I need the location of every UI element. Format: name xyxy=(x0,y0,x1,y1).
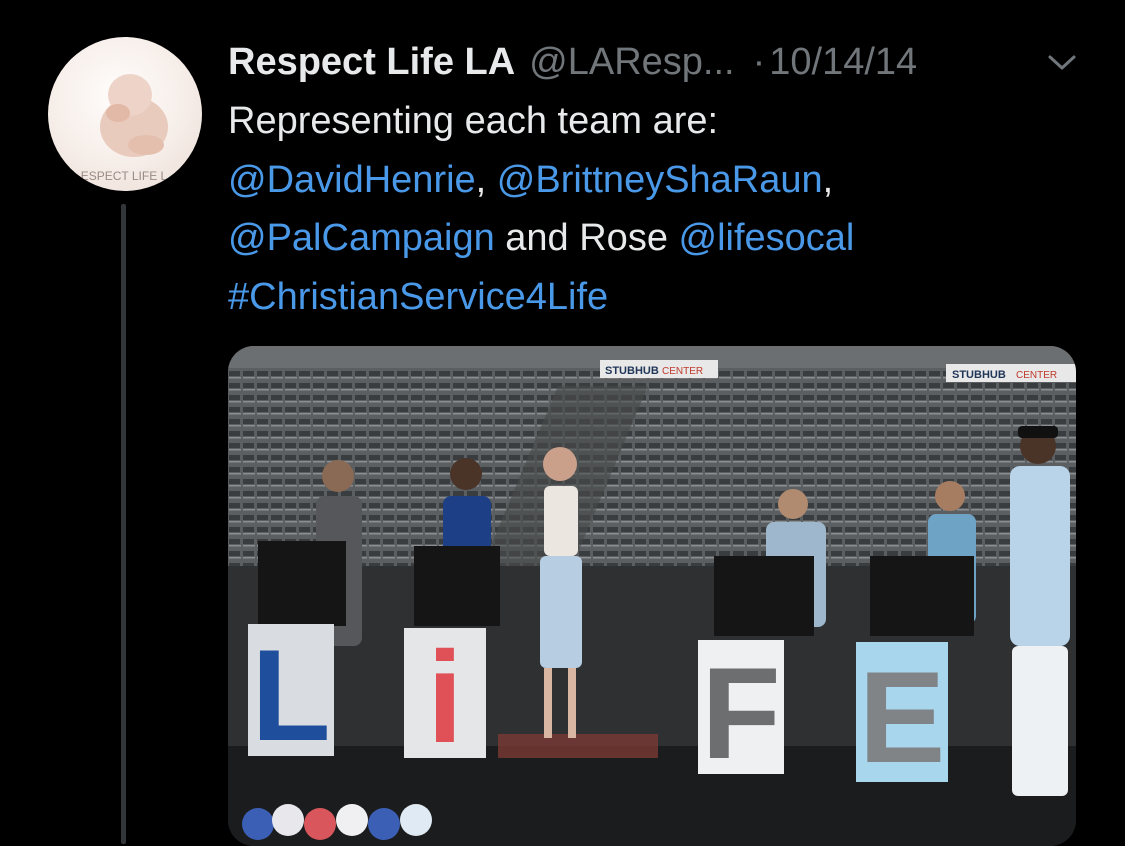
tweet-header: Respect Life LA @LAResp... · 10/14/14 xyxy=(228,38,917,86)
author-name[interactable]: Respect Life LA xyxy=(228,38,515,86)
venue-sign-left-text: STUBHUB xyxy=(605,365,659,377)
tweet-photo[interactable]: STUBHUB CENTER STUBHUB CENTER L i F E xyxy=(228,346,1076,846)
podium-3 xyxy=(714,556,814,636)
avatar-caption: ESPECT LIFE L xyxy=(81,169,168,183)
avatar-image: ESPECT LIFE L xyxy=(81,74,168,183)
separator-dot: · xyxy=(752,41,766,83)
letter-l: L xyxy=(251,622,330,768)
comma: , xyxy=(822,158,834,201)
tweet-line-4: #ChristianService4Life xyxy=(228,268,1098,327)
tweet-line-2: @DavidHenrie, @BrittneyShaRaun, xyxy=(228,151,1098,210)
letter-i: i xyxy=(427,624,463,770)
venue-sign-right-text: STUBHUB xyxy=(952,369,1006,381)
text-and-rose: and Rose xyxy=(505,217,668,259)
letter-e: E xyxy=(859,644,946,790)
mention-brittneysharaun[interactable]: @BrittneyShaRaun xyxy=(497,159,823,201)
comma: , xyxy=(475,158,487,201)
author-handle[interactable]: @LAResp... xyxy=(529,38,734,86)
mention-palcampaign[interactable]: @PalCampaign xyxy=(228,217,495,259)
mention-lifesocal[interactable]: @lifesocal xyxy=(679,217,855,259)
mention-davidhenrie[interactable]: @DavidHenrie xyxy=(228,159,476,201)
thread-line xyxy=(121,204,126,844)
podium-2 xyxy=(414,546,500,626)
stage-photo: STUBHUB CENTER STUBHUB CENTER L i F E xyxy=(228,346,1076,846)
podium-1 xyxy=(258,541,346,626)
podium-4 xyxy=(870,556,974,636)
tweet-date[interactable]: 10/14/14 xyxy=(769,38,917,86)
tweet-text: Representing each team are: @DavidHenrie… xyxy=(228,92,1098,326)
venue-sign-left-text-2: CENTER xyxy=(662,366,703,377)
person-6 xyxy=(1010,426,1070,796)
hashtag-christianservice4life[interactable]: #ChristianService4Life xyxy=(228,276,608,318)
tweet-line-3: @PalCampaign and Rose @lifesocal xyxy=(228,209,1098,268)
venue-sign-right-text-2: CENTER xyxy=(1016,370,1057,381)
letter-f: F xyxy=(701,640,780,786)
avatar[interactable]: ESPECT LIFE L xyxy=(48,37,202,191)
tweet-line-1: Representing each team are: xyxy=(228,92,1098,151)
rug xyxy=(498,734,658,758)
caret-down-icon[interactable] xyxy=(1045,52,1079,74)
tweet-intro: Representing each team are: xyxy=(228,100,719,142)
